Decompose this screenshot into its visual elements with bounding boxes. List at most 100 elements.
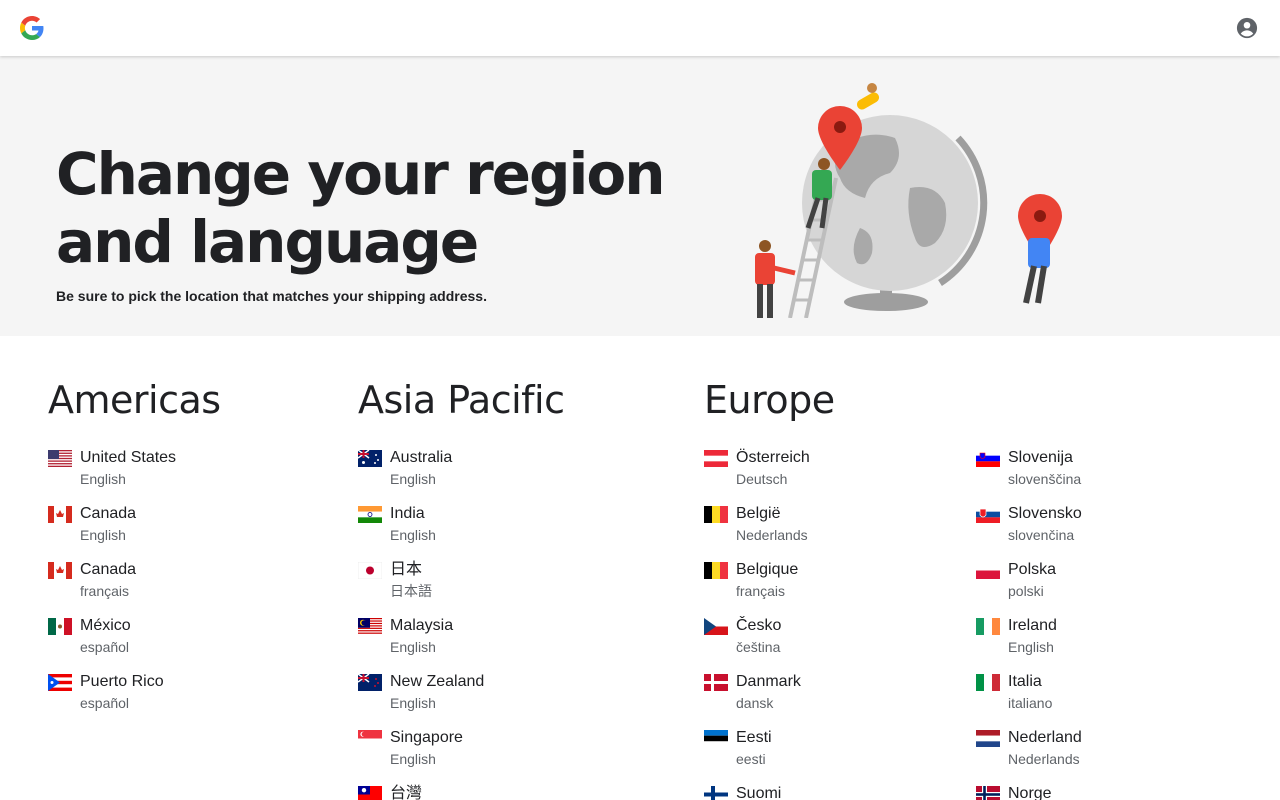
- language-name: eesti: [736, 751, 766, 767]
- country-name: Singapore: [390, 729, 463, 746]
- flag-no-icon: [976, 786, 1000, 800]
- region-option-si-0[interactable]: Slovenija slovenščina: [976, 448, 1236, 504]
- flag-sg-icon: [358, 730, 382, 747]
- americas-list: United States English Canada English Canada f…: [48, 448, 308, 728]
- region-option-nz-4[interactable]: New Zealand English: [358, 672, 618, 728]
- country-name: 日本: [390, 561, 423, 578]
- language-name: English: [390, 751, 436, 767]
- country-name: Ireland: [1008, 617, 1057, 634]
- flag-nz-icon: [358, 674, 382, 691]
- flag-fi-icon: [704, 786, 728, 800]
- top-bar: [0, 0, 1280, 56]
- flag-jp-icon: [358, 562, 382, 579]
- region-title-asia-pacific: Asia Pacific: [358, 378, 565, 422]
- region-title-europe: Europe: [704, 378, 835, 422]
- flag-ee-icon: [704, 730, 728, 747]
- account-circle-icon[interactable]: [1236, 17, 1258, 39]
- region-option-tw-6[interactable]: 台灣: [358, 784, 618, 800]
- country-name: Canada: [80, 505, 137, 522]
- region-option-ca-2[interactable]: Canada français: [48, 560, 308, 616]
- region-option-ee-5[interactable]: Eesti eesti: [704, 728, 964, 784]
- google-logo-icon[interactable]: [20, 16, 44, 40]
- europe-list-col1: Österreich Deutsch België Nederlands Belgiqu…: [704, 448, 964, 800]
- language-name: español: [80, 639, 130, 655]
- flag-pr-icon: [48, 674, 72, 691]
- flag-pl-icon: [976, 562, 1000, 579]
- region-option-my-3[interactable]: Malaysia English: [358, 616, 618, 672]
- country-name: Slovensko: [1008, 505, 1082, 522]
- region-option-be-2[interactable]: Belgique français: [704, 560, 964, 616]
- europe-list-col2: Slovenija slovenščina Slovensko slovenčina P…: [976, 448, 1236, 800]
- language-name: polski: [1008, 583, 1044, 599]
- language-name: English: [390, 695, 436, 711]
- flag-at-icon: [704, 450, 728, 467]
- language-name: 日本語: [390, 583, 432, 599]
- flag-au-icon: [358, 450, 382, 467]
- flag-ca-icon: [48, 506, 72, 523]
- flag-in-icon: [358, 506, 382, 523]
- country-name: México: [80, 617, 131, 634]
- region-option-nl-5[interactable]: Nederland Nederlands: [976, 728, 1236, 784]
- region-option-dk-4[interactable]: Danmark dansk: [704, 672, 964, 728]
- language-name: English: [80, 471, 126, 487]
- region-option-mx-3[interactable]: México español: [48, 616, 308, 672]
- country-name: Norge: [1008, 785, 1052, 800]
- region-option-us-0[interactable]: United States English: [48, 448, 308, 504]
- flag-tw-icon: [358, 786, 382, 800]
- language-name: Nederlands: [736, 527, 808, 543]
- page-subtitle: Be sure to pick the location that matche…: [56, 288, 487, 304]
- flag-be-icon: [704, 562, 728, 579]
- region-option-pr-4[interactable]: Puerto Rico español: [48, 672, 308, 728]
- flag-my-icon: [358, 618, 382, 635]
- region-option-no-6[interactable]: Norge: [976, 784, 1236, 800]
- country-name: Nederland: [1008, 729, 1082, 746]
- region-title-americas: Americas: [48, 378, 221, 422]
- flag-cz-icon: [704, 618, 728, 635]
- language-name: slovenščina: [1008, 471, 1082, 487]
- flag-ie-icon: [976, 618, 1000, 635]
- region-option-fi-6[interactable]: Suomi: [704, 784, 964, 800]
- country-name: Česko: [736, 617, 782, 634]
- region-option-pl-2[interactable]: Polska polski: [976, 560, 1236, 616]
- region-option-ca-1[interactable]: Canada English: [48, 504, 308, 560]
- region-option-sk-1[interactable]: Slovensko slovenčina: [976, 504, 1236, 560]
- country-name: Italia: [1008, 673, 1042, 690]
- country-name: Canada: [80, 561, 137, 578]
- flag-si-icon: [976, 450, 1000, 467]
- flag-ca-icon: [48, 562, 72, 579]
- page-title: Change your region and language: [56, 140, 666, 276]
- country-name: Suomi: [736, 785, 782, 800]
- region-option-it-4[interactable]: Italia italiano: [976, 672, 1236, 728]
- country-name: Danmark: [736, 673, 801, 690]
- language-name: Nederlands: [1008, 751, 1080, 767]
- country-name: 台灣: [390, 785, 423, 800]
- country-name: United States: [80, 449, 177, 466]
- region-option-at-0[interactable]: Österreich Deutsch: [704, 448, 964, 504]
- country-name: Malaysia: [390, 617, 454, 634]
- country-name: Eesti: [736, 729, 772, 746]
- country-name: Australia: [390, 449, 453, 466]
- region-option-jp-2[interactable]: 日本 日本語: [358, 560, 618, 616]
- flag-us-icon: [48, 450, 72, 467]
- country-name: Puerto Rico: [80, 673, 164, 690]
- language-name: slovenčina: [1008, 527, 1075, 543]
- flag-be-icon: [704, 506, 728, 523]
- flag-mx-icon: [48, 618, 72, 635]
- region-option-be-1[interactable]: België Nederlands: [704, 504, 964, 560]
- region-option-ie-3[interactable]: Ireland English: [976, 616, 1236, 672]
- flag-it-icon: [976, 674, 1000, 691]
- language-name: English: [80, 527, 126, 543]
- region-option-sg-5[interactable]: Singapore English: [358, 728, 618, 784]
- language-name: dansk: [736, 695, 774, 711]
- country-name: Belgique: [736, 561, 799, 578]
- country-name: New Zealand: [390, 673, 485, 690]
- language-name: italiano: [1008, 695, 1053, 711]
- region-option-cz-3[interactable]: Česko čeština: [704, 616, 964, 672]
- country-name: Slovenija: [1008, 449, 1073, 466]
- language-name: français: [736, 583, 786, 599]
- language-name: español: [80, 695, 130, 711]
- region-option-in-1[interactable]: India English: [358, 504, 618, 560]
- language-name: čeština: [736, 639, 781, 655]
- region-option-au-0[interactable]: Australia English: [358, 448, 618, 504]
- language-name: français: [80, 583, 130, 599]
